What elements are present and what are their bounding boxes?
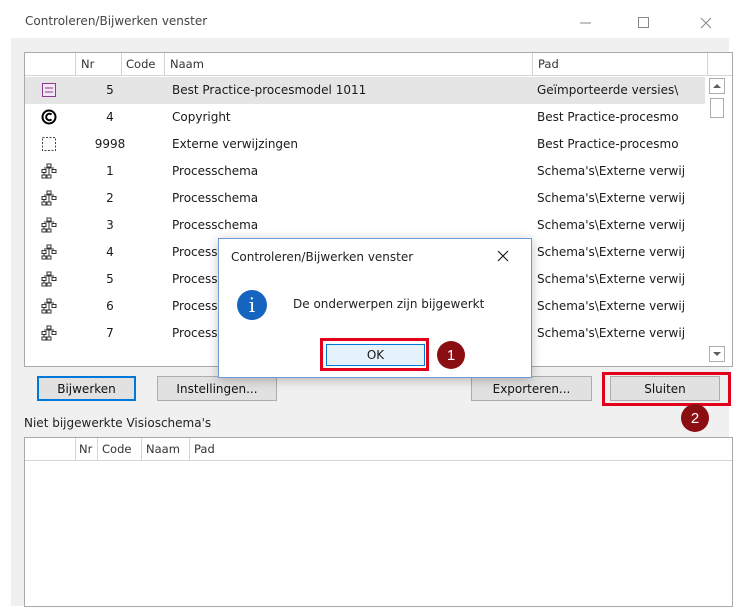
close-highlight [602, 372, 731, 406]
minimize-icon [580, 22, 591, 24]
column-header-nr[interactable]: Nr [79, 442, 92, 456]
copyright-icon [40, 109, 58, 125]
row-path: Geïmporteerde versies\ [537, 83, 679, 97]
column-header-name[interactable]: Naam [170, 57, 204, 71]
row-name: Process [172, 326, 218, 340]
row-path: Schema's\Externe verwij [537, 191, 686, 205]
scroll-down-button[interactable] [709, 346, 725, 362]
row-name: Process [172, 272, 218, 286]
row-nr: 5 [106, 272, 114, 286]
column-header-path[interactable]: Pad [538, 57, 559, 71]
dialog-close-button[interactable] [491, 245, 515, 267]
minimize-button[interactable] [563, 8, 609, 38]
row-path: Schema's\Externe verwij [537, 272, 686, 286]
column-header-code[interactable]: Code [102, 442, 131, 456]
row-nr: 4 [106, 245, 114, 259]
row-name: Best Practice-procesmodel 1011 [172, 83, 367, 97]
row-nr: 7 [106, 326, 114, 340]
list-row[interactable]: 2 Processchema Schema's\Externe verwij [25, 185, 705, 212]
row-name: Processchema [172, 164, 259, 178]
row-path: Schema's\Externe verwij [537, 218, 686, 232]
export-button[interactable]: Exporteren... [471, 376, 592, 401]
scroll-up-button[interactable] [709, 78, 725, 94]
process-schema-icon [40, 271, 58, 287]
maximize-icon [638, 17, 649, 28]
process-schema-icon [40, 190, 58, 206]
second-list-header: Nr Code Naam Pad [25, 438, 732, 461]
process-model-icon [40, 82, 58, 98]
row-name: Processchema [172, 191, 259, 205]
step-2-badge: 2 [681, 404, 709, 432]
dialog-message: De onderwerpen zijn bijgewerkt [293, 297, 485, 311]
dialog-title: Controleren/Bijwerken venster [231, 250, 414, 264]
row-name: Process [172, 245, 218, 259]
row-nr: 1 [106, 164, 114, 178]
row-name: Processchema [172, 218, 259, 232]
close-icon [700, 17, 712, 29]
update-button[interactable]: Bijwerken [37, 376, 136, 401]
external-reference-icon [40, 136, 58, 152]
row-nr: 3 [106, 218, 114, 232]
row-path: Best Practice-procesmo [537, 137, 679, 151]
process-schema-icon [40, 163, 58, 179]
list-header: Nr Code Naam Pad [25, 53, 732, 76]
process-schema-icon [40, 244, 58, 260]
list-row[interactable]: 5 Best Practice-procesmodel 1011 Geïmporte… [25, 77, 705, 104]
row-nr: 9998 [94, 137, 126, 151]
not-updated-list[interactable]: Nr Code Naam Pad [24, 437, 733, 607]
row-nr: 5 [106, 83, 114, 97]
list-row[interactable]: 3 Processchema Schema's\Externe verwij [25, 212, 705, 239]
arrow-down-icon [713, 352, 721, 356]
scroll-thumb[interactable] [710, 98, 724, 118]
info-icon: i [237, 290, 267, 320]
row-nr: 4 [106, 110, 114, 124]
process-schema-icon [40, 325, 58, 341]
row-path: Schema's\Externe verwij [537, 164, 686, 178]
column-header-path[interactable]: Pad [194, 442, 215, 456]
arrow-up-icon [713, 84, 721, 88]
column-header-nr[interactable]: Nr [81, 57, 94, 71]
row-path: Schema's\Externe verwij [537, 245, 686, 259]
list-row[interactable]: 1 Processchema Schema's\Externe verwij [25, 158, 705, 185]
list-row[interactable]: 4 Copyright Best Practice-procesmo [25, 104, 705, 131]
ok-highlight [320, 338, 429, 371]
row-name: Copyright [172, 110, 231, 124]
process-schema-icon [40, 217, 58, 233]
window-title: Controleren/Bijwerken venster [25, 14, 208, 28]
step-1-badge: 1 [437, 341, 465, 369]
close-window-button[interactable] [683, 8, 729, 38]
column-header-name[interactable]: Naam [146, 442, 180, 456]
column-header-code[interactable]: Code [126, 57, 155, 71]
settings-button[interactable]: Instellingen... [157, 376, 277, 401]
row-path: Best Practice-procesmo [537, 110, 679, 124]
process-schema-icon [40, 298, 58, 314]
row-name: Externe verwijzingen [172, 137, 299, 151]
title-bar: Controleren/Bijwerken venster [11, 8, 729, 38]
info-glyph: i [248, 293, 256, 317]
close-icon [497, 250, 509, 262]
row-path: Schema's\Externe verwij [537, 299, 686, 313]
vertical-scrollbar[interactable] [708, 78, 726, 362]
maximize-button[interactable] [621, 8, 667, 38]
not-updated-label: Niet bijgewerkte Visioschema's [24, 416, 212, 430]
row-path: Schema's\Externe verwij [537, 326, 686, 340]
row-nr: 6 [106, 299, 114, 313]
list-row[interactable]: 9998 Externe verwijzingen Best Practice-pr… [25, 131, 705, 158]
row-name: Process [172, 299, 218, 313]
row-nr: 2 [106, 191, 114, 205]
